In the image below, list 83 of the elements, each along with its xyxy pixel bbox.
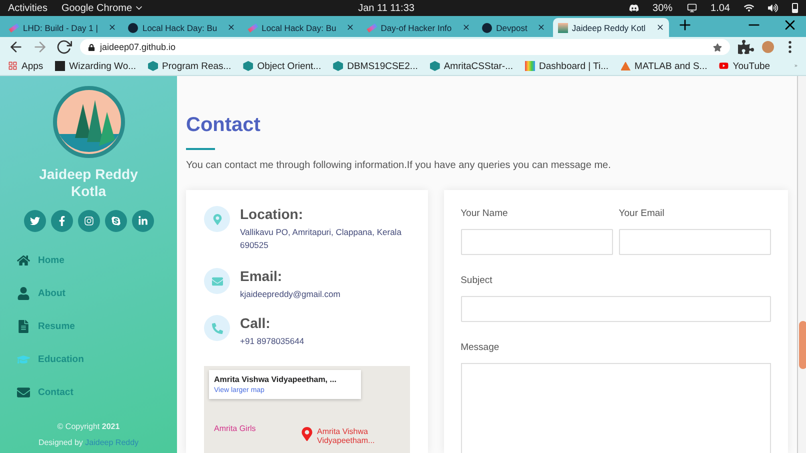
linkedin-icon [138,216,148,226]
instagram-icon [84,216,94,226]
info-title: Call: [240,315,272,331]
browser-tab[interactable]: Devpost [477,18,551,37]
input-field[interactable] [460,229,613,255]
close-icon[interactable] [346,23,355,32]
map-pin-icon [204,206,230,232]
credit-text: Designed by Jaideep Reddy [38,438,139,447]
browser-tab[interactable]: Day-of Hacker Info [362,18,476,37]
activities-label[interactable]: Activities [8,2,48,14]
scrollbar[interactable] [797,76,806,453]
social-link[interactable] [104,210,126,232]
copyright-text: © Copyright 2021 [57,422,120,431]
lock-icon [88,44,95,50]
star-icon[interactable] [713,42,722,52]
field-label: Your Email [618,208,666,219]
extensions-icon[interactable] [738,39,754,55]
close-icon[interactable] [227,23,236,32]
section-description: You can contact me through following information.If you have any queries you can message me. [186,160,612,171]
bookmark[interactable]: AmritaCSStar-... [430,60,513,72]
pin-label: Amrita Vishwa Vidyapeetham... [317,427,376,445]
field-label: Message [460,342,500,353]
facebook-icon [56,216,66,226]
social-link[interactable] [132,210,154,232]
close-icon[interactable] [656,23,664,32]
info-value: +91 8978035644 [240,335,304,348]
apps-grid-icon [8,61,18,71]
battery-reading: 30% [652,2,673,14]
profile-landscape-drawing [52,86,124,158]
twitter-icon [30,216,40,226]
place-name: Amrita Vishwa Vidyapeetham, ... [214,375,338,384]
map-pin-icon[interactable] [300,427,314,441]
social-link[interactable] [50,210,72,232]
info-value: kjaideepreddy@gmail.com [240,288,340,301]
input-field[interactable] [618,229,771,255]
pencil-icon [8,23,20,32]
info-value: Vallikavu PO, Amritapuri, Clappana, Kerala 690525 [240,226,402,252]
close-icon[interactable] [537,23,546,32]
clock[interactable]: Jan 11 11:33 [358,2,414,14]
info-title: Location: [240,206,304,222]
field-label: Your Name [460,208,509,219]
bookmark[interactable]: Wizarding Wo... [55,60,136,72]
app-menu[interactable]: Google Chrome [61,2,132,14]
phone-icon [204,315,230,341]
battery-icon[interactable] [792,3,798,13]
info-title: Email: [240,268,284,284]
poi-label: Amrita Girls [214,424,256,433]
input-field[interactable] [460,296,771,322]
close-icon[interactable] [108,23,116,32]
back-icon[interactable] [8,39,24,55]
peak-icon [620,62,631,70]
bookmark[interactable]: DBMS19CSE2... [333,60,418,72]
envelope-icon [204,268,230,294]
browser-tab[interactable]: Local Hack Day: Bu [242,18,360,37]
play-icon [719,61,729,71]
skype-icon [110,216,120,226]
volume-icon[interactable] [768,3,778,13]
bookmark[interactable]: Object Orient... [243,60,322,72]
social-link[interactable] [78,210,100,232]
landscape-icon [558,22,568,32]
close-icon[interactable] [462,23,470,32]
bookmark[interactable]: YouTube [719,60,770,72]
pencil-icon [366,23,378,32]
colored-grid-icon [525,61,535,71]
bookmark[interactable]: MATLAB and S... [620,60,708,72]
section-title: Contact [186,114,262,137]
profile-name: Jaideep Reddy Kotla [38,166,139,200]
bookmark[interactable]: Dashboard | Ti... [525,60,609,72]
monitor-icon [686,3,697,13]
address-bar[interactable]: jaideep07.github.io [80,39,730,55]
discord-icon[interactable] [628,3,639,13]
browser-tab[interactable]: Jaideep Reddy Kotl [552,18,670,37]
wifi-icon[interactable] [744,3,754,13]
pencil-icon [247,23,258,32]
reload-icon[interactable] [56,39,72,55]
bookmark[interactable]: Program Reas... [148,60,232,72]
browser-tab[interactable]: Local Hack Day: Bu [123,18,241,37]
field-label: Subject [460,275,494,286]
social-link[interactable] [24,210,46,232]
bookmark[interactable]: Apps [8,60,44,72]
display-reading: 1.04 [710,2,730,14]
message-field[interactable] [460,363,771,453]
browser-tab[interactable]: LHD: Build - Day 1 | [4,18,122,37]
